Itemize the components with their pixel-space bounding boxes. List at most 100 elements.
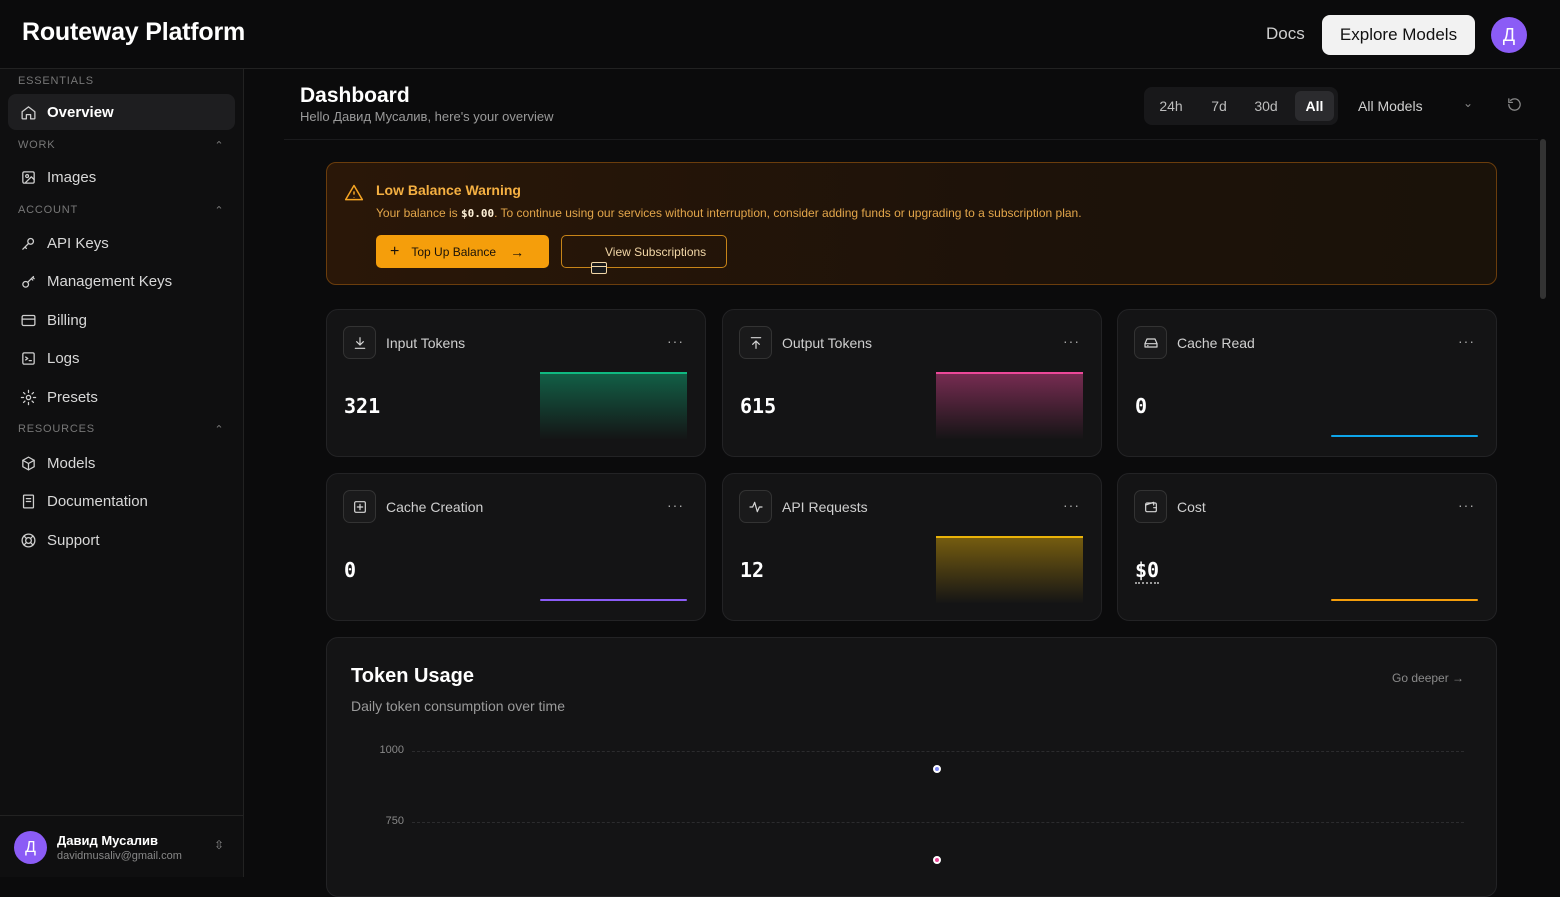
stat-label: Cache Read	[1177, 335, 1255, 351]
range-7d[interactable]: 7d	[1200, 91, 1238, 121]
credit-card-icon	[591, 261, 607, 274]
sparkline-flat	[1331, 435, 1478, 437]
chart-subtitle: Daily token consumption over time	[351, 698, 565, 714]
stat-card-cache-creation: Cache Creation ··· 0	[326, 473, 706, 621]
key-icon	[18, 233, 38, 253]
stat-label: API Requests	[782, 499, 868, 515]
stat-card-input-tokens: Input Tokens ··· 321	[326, 309, 706, 457]
sidebar-item-support[interactable]: Support	[8, 522, 235, 558]
section-label-essentials: ESSENTIALS	[18, 75, 94, 87]
sparkline-flat	[1331, 599, 1478, 601]
sidebar-item-label: Presets	[47, 388, 98, 406]
sidebar-item-label: Images	[47, 168, 97, 186]
sidebar-item-models[interactable]: Models	[8, 445, 235, 481]
view-subscriptions-button[interactable]: View Subscriptions	[561, 235, 727, 274]
section-label-account: ACCOUNT	[18, 204, 78, 216]
range-30d[interactable]: 30d	[1246, 91, 1286, 121]
user-name: Давид Мусалив	[57, 833, 158, 848]
go-deeper-link[interactable]: Go deeper →	[1392, 671, 1464, 685]
sidebar-item-management-keys[interactable]: Management Keys	[8, 263, 235, 299]
stat-value: 615	[740, 394, 777, 418]
chevron-up-icon[interactable]: ⌃	[213, 204, 225, 217]
page-title: Dashboard	[300, 84, 410, 107]
time-range-selector: 24h 7d 30d All	[1144, 87, 1338, 125]
chart-title: Token Usage	[351, 665, 474, 687]
range-24h[interactable]: 24h	[1152, 91, 1190, 121]
home-icon	[18, 102, 38, 122]
sidebar-item-logs[interactable]: Logs	[8, 340, 235, 376]
chart-point[interactable]	[933, 765, 941, 774]
chevron-up-icon[interactable]: ⌃	[213, 139, 225, 152]
sidebar-item-label: Logs	[47, 349, 80, 367]
sidebar-item-overview[interactable]: Overview	[8, 94, 235, 130]
wallet-icon	[1134, 490, 1167, 523]
user-menu[interactable]: Д Давид Мусалив davidmusaliv@gmail.com ⇳	[0, 815, 243, 877]
section-label-resources: RESOURCES	[18, 423, 95, 435]
top-up-balance-button[interactable]: + Top Up Balance →	[376, 235, 549, 268]
chevron-up-down-icon[interactable]: ⇳	[214, 838, 224, 852]
more-options-icon[interactable]: ···	[1063, 497, 1080, 513]
chart-point[interactable]	[933, 856, 941, 865]
download-icon	[343, 326, 376, 359]
sparkline-flat	[540, 599, 687, 601]
refresh-icon[interactable]	[1506, 96, 1524, 114]
stat-value: 0	[344, 558, 357, 582]
activity-icon	[739, 490, 772, 523]
stat-value[interactable]: $0	[1135, 558, 1160, 584]
avatar: Д	[14, 831, 47, 864]
stat-label: Output Tokens	[782, 335, 873, 351]
sidebar-item-presets[interactable]: Presets	[8, 379, 235, 415]
arrow-right-icon: →	[510, 243, 525, 260]
gridline	[412, 751, 1464, 752]
docs-link[interactable]: Docs	[1266, 24, 1305, 44]
token-usage-panel: Token Usage Daily token consumption over…	[326, 637, 1497, 897]
low-balance-warning: Low Balance Warning Your balance is $0.0…	[326, 162, 1497, 285]
range-all[interactable]: All	[1295, 91, 1334, 121]
brand-title[interactable]: Routeway Platform	[22, 18, 245, 47]
gridline	[412, 822, 1464, 823]
scrollbar[interactable]	[1540, 139, 1546, 299]
book-icon	[18, 491, 38, 511]
image-icon	[18, 167, 38, 187]
balance-value: $0.00	[460, 207, 495, 220]
more-options-icon[interactable]: ···	[1063, 333, 1080, 349]
sidebar-item-label: Billing	[47, 311, 88, 329]
sidebar-item-label: API Keys	[47, 234, 109, 252]
stat-card-output-tokens: Output Tokens ··· 615	[722, 309, 1102, 457]
key-round-icon	[18, 271, 38, 291]
more-options-icon[interactable]: ···	[667, 333, 684, 349]
user-email: davidmusaliv@gmail.com	[57, 850, 182, 862]
explore-models-button[interactable]: Explore Models	[1322, 15, 1475, 55]
chevron-down-icon[interactable]: ⌄	[1463, 96, 1473, 110]
more-options-icon[interactable]: ···	[1458, 333, 1475, 349]
stat-card-cache-read: Cache Read ··· 0	[1117, 309, 1497, 457]
sidebar-item-images[interactable]: Images	[8, 159, 235, 195]
page-subtitle: Hello Давид Мусалив, here's your overvie…	[300, 109, 554, 124]
warning-text: Your balance is $0.00. To continue using…	[376, 206, 1082, 220]
stat-value: 0	[1135, 394, 1148, 418]
sidebar-item-documentation[interactable]: Documentation	[8, 483, 235, 519]
stat-card-cost: Cost ··· $0	[1117, 473, 1497, 621]
chevron-up-icon[interactable]: ⌃	[213, 423, 225, 436]
warning-triangle-icon	[344, 183, 364, 203]
main-content: Dashboard Hello Давид Мусалив, here's yo…	[244, 69, 1560, 897]
sidebar-item-label: Overview	[47, 103, 114, 121]
plus-icon: +	[390, 242, 400, 260]
avatar[interactable]: Д	[1491, 17, 1527, 53]
section-label-work: WORK	[18, 139, 56, 151]
hard-drive-icon	[1134, 326, 1167, 359]
y-tick-label: 750	[385, 815, 404, 827]
plus-square-icon	[343, 490, 376, 523]
more-options-icon[interactable]: ···	[1458, 497, 1475, 513]
sidebar-item-api-keys[interactable]: API Keys	[8, 225, 235, 261]
more-options-icon[interactable]: ···	[667, 497, 684, 513]
upload-icon	[739, 326, 772, 359]
top-bar: Routeway Platform Docs Explore Models Д	[0, 0, 1560, 69]
sidebar-item-label: Management Keys	[47, 272, 173, 290]
model-filter-select[interactable]: All Models	[1344, 87, 1479, 125]
warning-title: Low Balance Warning	[376, 182, 521, 198]
sidebar-item-billing[interactable]: Billing	[8, 302, 235, 338]
header-divider	[284, 139, 1538, 140]
sparkline-area	[936, 372, 1083, 440]
stat-label: Input Tokens	[386, 335, 466, 351]
